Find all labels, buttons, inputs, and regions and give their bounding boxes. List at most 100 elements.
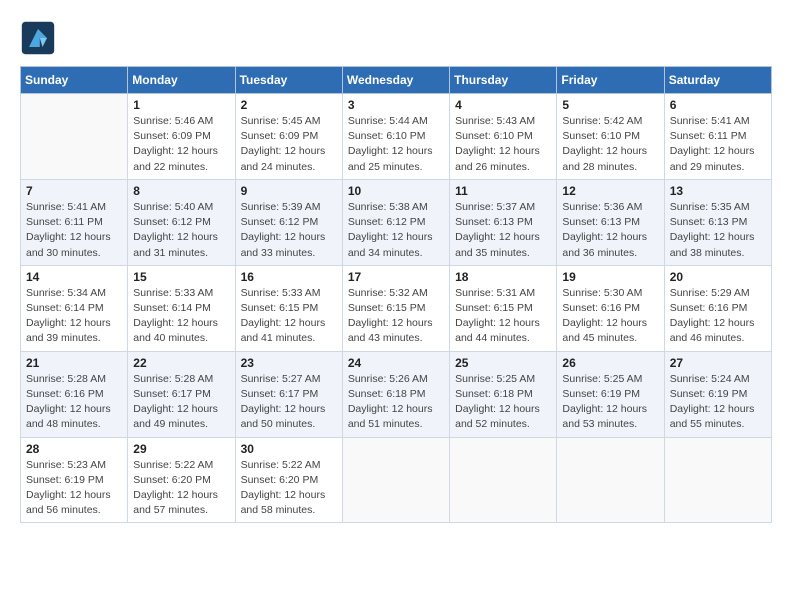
- calendar-cell: 5 Sunrise: 5:42 AM Sunset: 6:10 PM Daylig…: [557, 94, 664, 180]
- day-detail: Sunrise: 5:33 AM Sunset: 6:15 PM Dayligh…: [241, 286, 337, 347]
- week-row-2: 7Sunrise: 5:41 AM Sunset: 6:11 PM Daylig…: [21, 179, 772, 265]
- day-number: 25: [455, 356, 551, 370]
- day-detail: Sunrise: 5:42 AM Sunset: 6:10 PM Dayligh…: [562, 114, 658, 175]
- day-number: 16: [241, 270, 337, 284]
- calendar-cell: 15 Sunrise: 5:33 AM Sunset: 6:14 PM Dayli…: [128, 265, 235, 351]
- calendar-cell: 29Sunrise: 5:22 AM Sunset: 6:20 PM Dayli…: [128, 437, 235, 523]
- calendar-cell: 1 Sunrise: 5:46 AM Sunset: 6:09 PM Daylig…: [128, 94, 235, 180]
- calendar-cell: 9 Sunrise: 5:39 AM Sunset: 6:12 PM Daylig…: [235, 179, 342, 265]
- logo: [20, 20, 60, 56]
- day-detail: Sunrise: 5:33 AM Sunset: 6:14 PM Dayligh…: [133, 286, 229, 347]
- calendar-body: 1 Sunrise: 5:46 AM Sunset: 6:09 PM Daylig…: [21, 94, 772, 523]
- calendar-cell: 21 Sunrise: 5:28 AM Sunset: 6:16 PM Dayli…: [21, 351, 128, 437]
- day-detail: Sunrise: 5:25 AM Sunset: 6:18 PM Dayligh…: [455, 372, 551, 433]
- day-number: 9: [241, 184, 337, 198]
- day-detail: Sunrise: 5:30 AM Sunset: 6:16 PM Dayligh…: [562, 286, 658, 347]
- calendar-cell: 28 Sunrise: 5:23 AM Sunset: 6:19 PM Dayli…: [21, 437, 128, 523]
- column-header-wednesday: Wednesday: [342, 67, 449, 94]
- column-header-tuesday: Tuesday: [235, 67, 342, 94]
- calendar-cell: 23 Sunrise: 5:27 AM Sunset: 6:17 PM Dayli…: [235, 351, 342, 437]
- calendar-cell: 17Sunrise: 5:32 AM Sunset: 6:15 PM Dayli…: [342, 265, 449, 351]
- day-detail: Sunrise: 5:28 AM Sunset: 6:17 PM Dayligh…: [133, 372, 229, 433]
- calendar-cell: 26Sunrise: 5:25 AM Sunset: 6:19 PM Dayli…: [557, 351, 664, 437]
- day-detail: Sunrise: 5:27 AM Sunset: 6:17 PM Dayligh…: [241, 372, 337, 433]
- day-detail: Sunrise: 5:37 AM Sunset: 6:13 PM Dayligh…: [455, 200, 551, 261]
- day-detail: Sunrise: 5:29 AM Sunset: 6:16 PM Dayligh…: [670, 286, 766, 347]
- day-number: 22: [133, 356, 229, 370]
- calendar-cell: [557, 437, 664, 523]
- week-row-3: 14Sunrise: 5:34 AM Sunset: 6:14 PM Dayli…: [21, 265, 772, 351]
- day-detail: Sunrise: 5:39 AM Sunset: 6:12 PM Dayligh…: [241, 200, 337, 261]
- day-detail: Sunrise: 5:46 AM Sunset: 6:09 PM Dayligh…: [133, 114, 229, 175]
- calendar-cell: 19 Sunrise: 5:30 AM Sunset: 6:16 PM Dayli…: [557, 265, 664, 351]
- column-header-monday: Monday: [128, 67, 235, 94]
- day-detail: Sunrise: 5:22 AM Sunset: 6:20 PM Dayligh…: [241, 458, 337, 519]
- day-detail: Sunrise: 5:35 AM Sunset: 6:13 PM Dayligh…: [670, 200, 766, 261]
- calendar-cell: 22 Sunrise: 5:28 AM Sunset: 6:17 PM Dayli…: [128, 351, 235, 437]
- calendar-cell: 18 Sunrise: 5:31 AM Sunset: 6:15 PM Dayli…: [450, 265, 557, 351]
- day-number: 15: [133, 270, 229, 284]
- calendar-cell: 7Sunrise: 5:41 AM Sunset: 6:11 PM Daylig…: [21, 179, 128, 265]
- day-detail: Sunrise: 5:41 AM Sunset: 6:11 PM Dayligh…: [26, 200, 122, 261]
- column-header-friday: Friday: [557, 67, 664, 94]
- day-detail: Sunrise: 5:31 AM Sunset: 6:15 PM Dayligh…: [455, 286, 551, 347]
- day-detail: Sunrise: 5:36 AM Sunset: 6:13 PM Dayligh…: [562, 200, 658, 261]
- day-number: 8: [133, 184, 229, 198]
- day-number: 30: [241, 442, 337, 456]
- calendar-cell: 3 Sunrise: 5:44 AM Sunset: 6:10 PM Daylig…: [342, 94, 449, 180]
- day-number: 4: [455, 98, 551, 112]
- day-detail: Sunrise: 5:40 AM Sunset: 6:12 PM Dayligh…: [133, 200, 229, 261]
- day-number: 13: [670, 184, 766, 198]
- day-number: 2: [241, 98, 337, 112]
- day-number: 18: [455, 270, 551, 284]
- week-row-1: 1 Sunrise: 5:46 AM Sunset: 6:09 PM Daylig…: [21, 94, 772, 180]
- calendar-cell: 8 Sunrise: 5:40 AM Sunset: 6:12 PM Daylig…: [128, 179, 235, 265]
- day-number: 28: [26, 442, 122, 456]
- day-number: 29: [133, 442, 229, 456]
- calendar-cell: [21, 94, 128, 180]
- calendar-cell: 16 Sunrise: 5:33 AM Sunset: 6:15 PM Dayli…: [235, 265, 342, 351]
- calendar-cell: 13 Sunrise: 5:35 AM Sunset: 6:13 PM Dayli…: [664, 179, 771, 265]
- day-number: 21: [26, 356, 122, 370]
- calendar-cell: 24 Sunrise: 5:26 AM Sunset: 6:18 PM Dayli…: [342, 351, 449, 437]
- day-detail: Sunrise: 5:34 AM Sunset: 6:14 PM Dayligh…: [26, 286, 122, 347]
- day-number: 12: [562, 184, 658, 198]
- day-detail: Sunrise: 5:26 AM Sunset: 6:18 PM Dayligh…: [348, 372, 444, 433]
- day-detail: Sunrise: 5:24 AM Sunset: 6:19 PM Dayligh…: [670, 372, 766, 433]
- week-row-4: 21 Sunrise: 5:28 AM Sunset: 6:16 PM Dayli…: [21, 351, 772, 437]
- calendar-cell: 10Sunrise: 5:38 AM Sunset: 6:12 PM Dayli…: [342, 179, 449, 265]
- calendar-cell: 20 Sunrise: 5:29 AM Sunset: 6:16 PM Dayli…: [664, 265, 771, 351]
- page-header: [20, 20, 772, 56]
- column-header-sunday: Sunday: [21, 67, 128, 94]
- day-number: 17: [348, 270, 444, 284]
- column-header-thursday: Thursday: [450, 67, 557, 94]
- calendar-cell: 2 Sunrise: 5:45 AM Sunset: 6:09 PM Daylig…: [235, 94, 342, 180]
- day-number: 10: [348, 184, 444, 198]
- day-number: 26: [562, 356, 658, 370]
- day-number: 19: [562, 270, 658, 284]
- calendar-cell: 25 Sunrise: 5:25 AM Sunset: 6:18 PM Dayli…: [450, 351, 557, 437]
- day-detail: Sunrise: 5:44 AM Sunset: 6:10 PM Dayligh…: [348, 114, 444, 175]
- day-number: 1: [133, 98, 229, 112]
- calendar-cell: 6Sunrise: 5:41 AM Sunset: 6:11 PM Daylig…: [664, 94, 771, 180]
- calendar-cell: 4 Sunrise: 5:43 AM Sunset: 6:10 PM Daylig…: [450, 94, 557, 180]
- calendar-cell: [342, 437, 449, 523]
- calendar-table: SundayMondayTuesdayWednesdayThursdayFrid…: [20, 66, 772, 523]
- calendar-cell: 30 Sunrise: 5:22 AM Sunset: 6:20 PM Dayli…: [235, 437, 342, 523]
- day-number: 3: [348, 98, 444, 112]
- day-detail: Sunrise: 5:23 AM Sunset: 6:19 PM Dayligh…: [26, 458, 122, 519]
- calendar-cell: 11Sunrise: 5:37 AM Sunset: 6:13 PM Dayli…: [450, 179, 557, 265]
- day-detail: Sunrise: 5:41 AM Sunset: 6:11 PM Dayligh…: [670, 114, 766, 175]
- calendar-cell: 14Sunrise: 5:34 AM Sunset: 6:14 PM Dayli…: [21, 265, 128, 351]
- day-of-week-header-row: SundayMondayTuesdayWednesdayThursdayFrid…: [21, 67, 772, 94]
- calendar-cell: [664, 437, 771, 523]
- day-detail: Sunrise: 5:45 AM Sunset: 6:09 PM Dayligh…: [241, 114, 337, 175]
- calendar-cell: 12 Sunrise: 5:36 AM Sunset: 6:13 PM Dayli…: [557, 179, 664, 265]
- day-number: 23: [241, 356, 337, 370]
- logo-icon: [20, 20, 56, 56]
- day-detail: Sunrise: 5:43 AM Sunset: 6:10 PM Dayligh…: [455, 114, 551, 175]
- day-number: 20: [670, 270, 766, 284]
- day-detail: Sunrise: 5:28 AM Sunset: 6:16 PM Dayligh…: [26, 372, 122, 433]
- day-number: 24: [348, 356, 444, 370]
- day-number: 5: [562, 98, 658, 112]
